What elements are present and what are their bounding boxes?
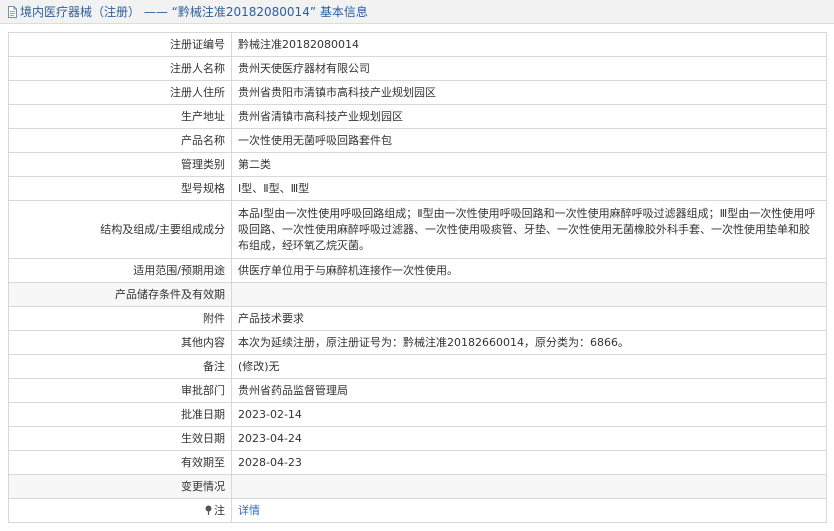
table-row: 管理类别 第二类: [8, 152, 827, 177]
table-row: 注册人住所 贵州省贵阳市清镇市高科技产业规划园区: [8, 80, 827, 105]
field-value: 贵州省药品监督管理局: [231, 378, 827, 403]
field-value: 本品Ⅰ型由一次性使用呼吸回路组成；Ⅱ型由一次性使用呼吸回路和一次性使用麻醉呼吸过…: [231, 200, 827, 259]
field-label: 批准日期: [8, 402, 232, 427]
field-label: 注册人名称: [8, 56, 232, 81]
table-row: 备注 (修改)无: [8, 354, 827, 379]
field-value: 贵州省清镇市高科技产业规划园区: [231, 104, 827, 129]
field-label: 产品名称: [8, 128, 232, 153]
field-value: 2023-02-14: [231, 402, 827, 427]
table-row: 注册人名称 贵州天使医疗器材有限公司: [8, 56, 827, 81]
field-value: 本次为延续注册，原注册证号为：黔械注准20182660014，原分类为：6866…: [231, 330, 827, 355]
field-value: 一次性使用无菌呼吸回路套件包: [231, 128, 827, 153]
field-label: 适用范围/预期用途: [8, 258, 232, 283]
table-row: 产品名称 一次性使用无菌呼吸回路套件包: [8, 128, 827, 153]
table-row: 其他内容 本次为延续注册，原注册证号为：黔械注准20182660014，原分类为…: [8, 330, 827, 355]
field-value: 产品技术要求: [231, 306, 827, 331]
table-row: 适用范围/预期用途 供医疗单位用于与麻醉机连接作一次性使用。: [8, 258, 827, 283]
note-value-cell: 详情: [231, 498, 827, 523]
detail-table: 注册证编号 黔械注准20182080014 注册人名称 贵州天使医疗器材有限公司…: [8, 32, 827, 523]
field-value: [231, 474, 827, 499]
field-value: [231, 282, 827, 307]
field-label: 管理类别: [8, 152, 232, 177]
note-label-cell: 注: [8, 498, 232, 523]
field-value: 2023-04-24: [231, 426, 827, 451]
table-row: 结构及组成/主要组成成分 本品Ⅰ型由一次性使用呼吸回路组成；Ⅱ型由一次性使用呼吸…: [8, 200, 827, 259]
page-header: 境内医疗器械（注册） —— “黔械注准20182080014” 基本信息: [0, 0, 834, 24]
table-row: 生效日期 2023-04-24: [8, 426, 827, 451]
field-value: 供医疗单位用于与麻醉机连接作一次性使用。: [231, 258, 827, 283]
field-label: 变更情况: [8, 474, 232, 499]
note-label: 注: [214, 503, 225, 517]
table-row: 型号规格 Ⅰ型、Ⅱ型、Ⅲ型: [8, 176, 827, 201]
field-label: 附件: [8, 306, 232, 331]
page-title: 境内医疗器械（注册） —— “黔械注准20182080014” 基本信息: [20, 5, 368, 19]
table-row: 产品储存条件及有效期: [8, 282, 827, 307]
field-value: 第二类: [231, 152, 827, 177]
pin-icon: [204, 504, 213, 519]
table-row: 变更情况: [8, 474, 827, 499]
field-label: 产品储存条件及有效期: [8, 282, 232, 307]
table-row: 附件 产品技术要求: [8, 306, 827, 331]
detail-link[interactable]: 详情: [238, 504, 260, 517]
field-label: 型号规格: [8, 176, 232, 201]
table-row: 批准日期 2023-02-14: [8, 402, 827, 427]
table-row: 有效期至 2028-04-23: [8, 450, 827, 475]
table-row: 注册证编号 黔械注准20182080014: [8, 32, 827, 57]
field-label: 生产地址: [8, 104, 232, 129]
field-value: 黔械注准20182080014: [231, 32, 827, 57]
field-label: 其他内容: [8, 330, 232, 355]
field-value: Ⅰ型、Ⅱ型、Ⅲ型: [231, 176, 827, 201]
document-icon: [7, 5, 18, 18]
field-value: 贵州省贵阳市清镇市高科技产业规划园区: [231, 80, 827, 105]
field-label: 注册证编号: [8, 32, 232, 57]
field-label: 结构及组成/主要组成成分: [8, 200, 232, 259]
field-label: 备注: [8, 354, 232, 379]
field-label: 审批部门: [8, 378, 232, 403]
field-label: 有效期至: [8, 450, 232, 475]
field-label: 注册人住所: [8, 80, 232, 105]
table-row: 生产地址 贵州省清镇市高科技产业规划园区: [8, 104, 827, 129]
table-row: 审批部门 贵州省药品监督管理局: [8, 378, 827, 403]
field-label: 生效日期: [8, 426, 232, 451]
field-value: 2028-04-23: [231, 450, 827, 475]
field-value: (修改)无: [231, 354, 827, 379]
field-value: 贵州天使医疗器材有限公司: [231, 56, 827, 81]
table-row: 注 详情: [8, 498, 827, 523]
